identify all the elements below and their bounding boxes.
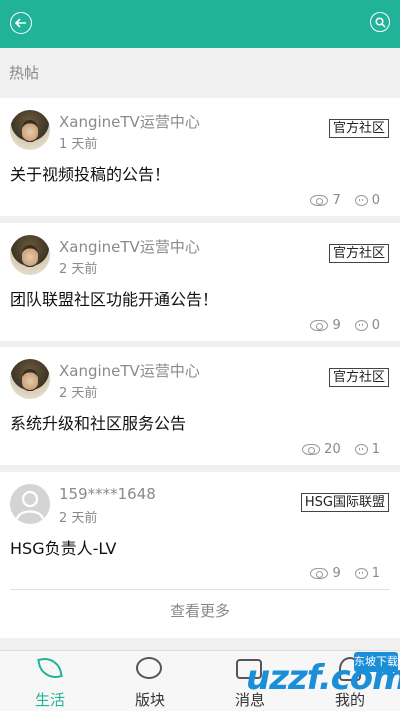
post-time: 2 天前: [59, 386, 98, 401]
eye-icon: [302, 444, 321, 455]
community-tag[interactable]: 官方社区: [328, 368, 389, 387]
post-time: 2 天前: [59, 511, 98, 526]
back-arrow-icon: [15, 18, 26, 28]
view-count: 9: [332, 566, 341, 581]
post-author[interactable]: XangineTV运营中心: [59, 111, 200, 132]
post-title[interactable]: 团队联盟社区功能开通公告！: [10, 286, 218, 310]
post-stats: 9 1: [310, 566, 380, 581]
comment-icon: [354, 320, 368, 331]
tab-life[interactable]: 生活: [0, 651, 100, 711]
eye-icon: [310, 195, 329, 206]
comment-count: 0: [371, 318, 380, 333]
back-button[interactable]: [10, 12, 32, 34]
post-title[interactable]: 关于视频投稿的公告！: [10, 161, 170, 185]
community-tag[interactable]: 官方社区: [328, 119, 389, 138]
post-card[interactable]: 159****1648 2 天前 HSG国际联盟 HSG负责人-LV 9 1 查…: [0, 472, 400, 638]
post-title[interactable]: 系统升级和社区服务公告: [10, 410, 186, 434]
post-author[interactable]: 159****1648: [59, 485, 156, 503]
comment-icon: [354, 568, 368, 579]
post-card[interactable]: XangineTV运营中心 2 天前 官方社区 系统升级和社区服务公告 20 1: [0, 347, 400, 465]
tab-label: 生活: [34, 691, 65, 709]
community-tag[interactable]: 官方社区: [328, 244, 389, 263]
comment-count: 1: [371, 442, 380, 457]
search-icon: [374, 16, 386, 28]
post-time: 1 天前: [59, 137, 98, 152]
eye-icon: [310, 568, 329, 579]
avatar[interactable]: [10, 110, 50, 150]
comment-icon: [354, 195, 368, 206]
chat-bubbles-icon: [136, 657, 162, 679]
post-card[interactable]: XangineTV运营中心 1 天前 官方社区 关于视频投稿的公告！ 7 0: [0, 98, 400, 216]
post-card[interactable]: XangineTV运营中心 2 天前 官方社区 团队联盟社区功能开通公告！ 9 …: [0, 223, 400, 341]
view-more-button[interactable]: 查看更多: [0, 600, 400, 621]
post-author[interactable]: XangineTV运营中心: [59, 236, 200, 257]
top-bar: [0, 0, 400, 48]
leaf-icon: [37, 655, 63, 681]
avatar[interactable]: [10, 235, 50, 275]
post-stats: 7 0: [310, 193, 380, 208]
avatar[interactable]: [10, 359, 50, 399]
view-count: 20: [324, 442, 341, 457]
post-stats: 20 1: [302, 442, 380, 457]
section-title: 热帖: [9, 64, 40, 82]
watermark-badge: 东坡下载: [354, 652, 398, 672]
tab-label: 版块: [134, 691, 165, 709]
view-count: 9: [332, 318, 341, 333]
view-count: 7: [332, 193, 341, 208]
eye-icon: [310, 320, 329, 331]
default-avatar-icon: [15, 490, 45, 520]
post-stats: 9 0: [310, 318, 380, 333]
avatar[interactable]: [10, 484, 50, 524]
tab-sections[interactable]: 版块: [100, 651, 200, 711]
comment-count: 1: [371, 566, 380, 581]
post-title[interactable]: HSG负责人-LV: [10, 535, 116, 559]
post-time: 2 天前: [59, 262, 98, 277]
divider: [10, 589, 390, 590]
community-tag[interactable]: HSG国际联盟: [300, 493, 389, 512]
comment-count: 0: [371, 193, 380, 208]
watermark-logo: uzzf.com 东坡下载: [232, 652, 400, 710]
post-author[interactable]: XangineTV运营中心: [59, 360, 200, 381]
comment-icon: [354, 444, 368, 455]
search-button[interactable]: [370, 12, 390, 32]
